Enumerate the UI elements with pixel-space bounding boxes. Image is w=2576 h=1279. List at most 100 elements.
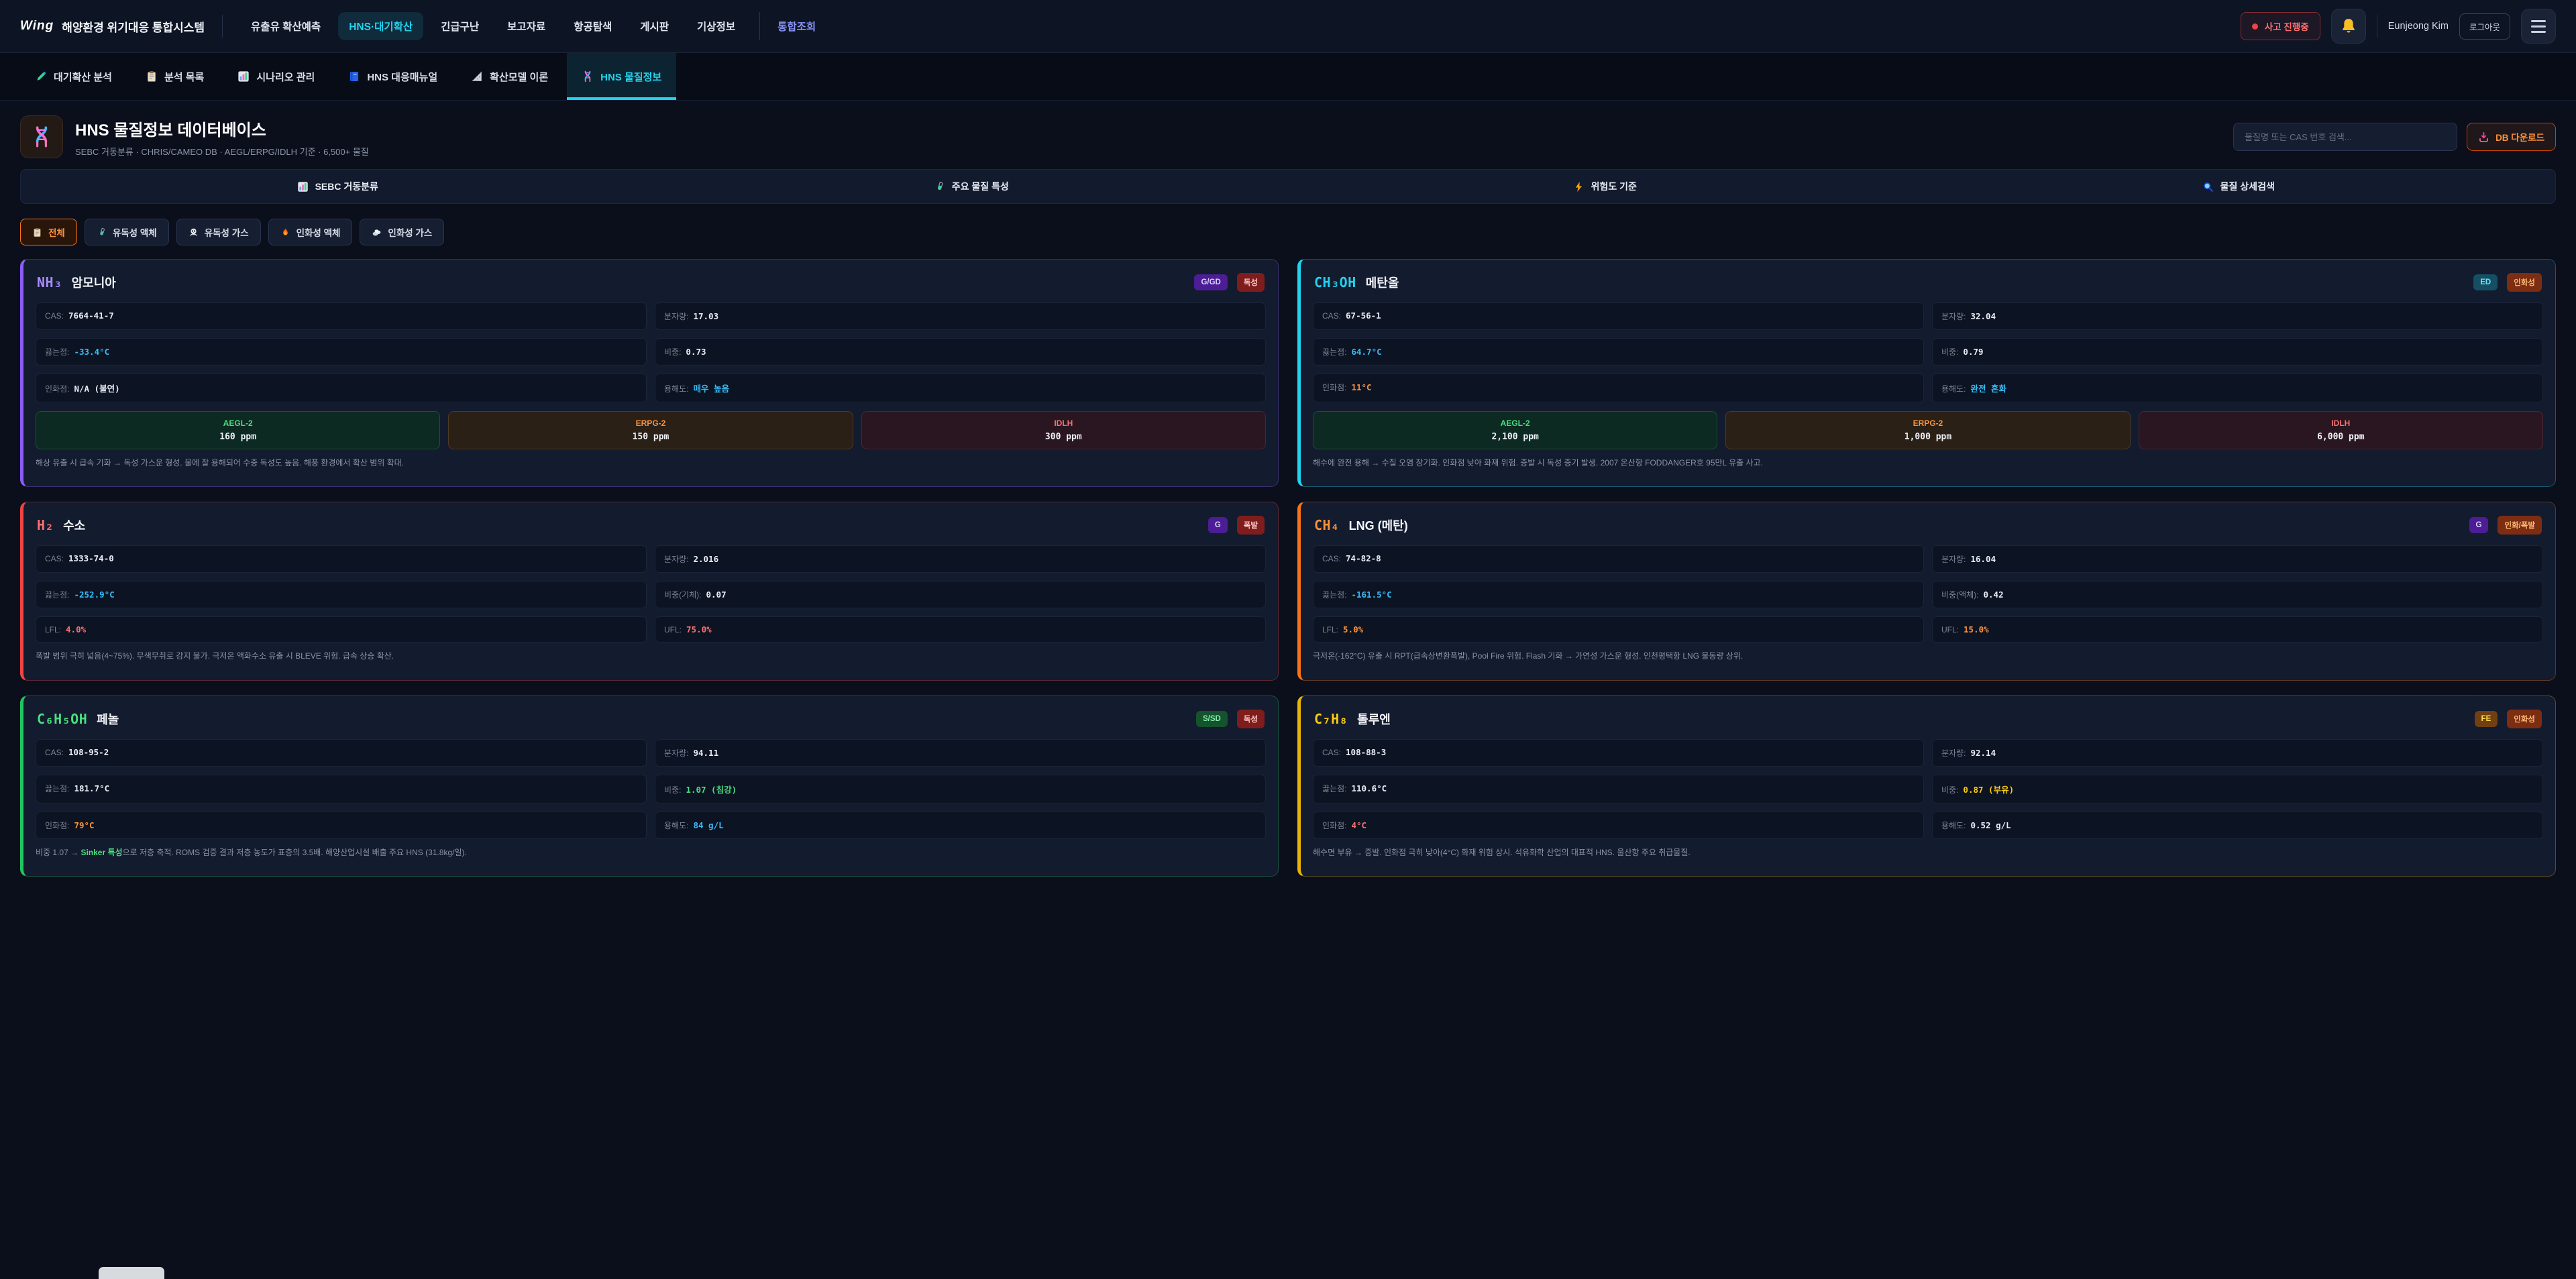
note-segment: Sinker 특성 <box>80 848 122 857</box>
filter-chip-전체[interactable]: 전체 <box>20 219 77 245</box>
threshold-erpg-2: ERPG-21,000 ppm <box>1725 411 2130 449</box>
field-value: 0.73 <box>686 347 706 357</box>
substance-card-메탄올: CH₃OH메탄올ED인화성CAS:67-56-1분자량:32.04끓는점:64.… <box>1297 259 2556 487</box>
nav-item-기상정보[interactable]: 기상정보 <box>686 12 746 40</box>
bottom-partial-element <box>99 1267 164 1279</box>
property-field: 비중: 0.87 (부유) <box>1932 775 2543 803</box>
badge-g: G <box>1208 517 1228 533</box>
tab-확산모델-이론[interactable]: 확산모델 이론 <box>456 53 563 100</box>
incident-status-badge: 사고 진행중 <box>2241 12 2320 40</box>
property-field: 끓는점:110.6°C <box>1313 775 1924 803</box>
field-label: CAS: <box>1322 311 1341 321</box>
field-value: 64.7°C <box>1351 347 1381 357</box>
property-field: 분자량:32.04 <box>1932 302 2543 330</box>
search-input[interactable] <box>2233 123 2457 151</box>
tab-label: 대기확산 분석 <box>54 70 112 84</box>
property-field: 분자량:16.04 <box>1932 545 2543 573</box>
field-label: 분자량: <box>664 747 688 759</box>
field-label: 비중(액체): <box>1941 589 1979 600</box>
brand: Wing 해양환경 위기대응 통합시스템 <box>20 18 205 35</box>
filter-chip-유독성-가스[interactable]: 유독성 가스 <box>176 219 261 245</box>
badge-인화-폭발: 인화/폭발 <box>2498 516 2542 535</box>
property-field: CAS:74-82-8 <box>1313 545 1924 573</box>
section-tab-물질-상세검색[interactable]: 물질 상세검색 <box>1922 170 2556 203</box>
substance-name: 메탄올 <box>1366 274 1399 291</box>
field-value: -33.4°C <box>74 347 109 357</box>
field-value: 4°C <box>1351 820 1366 830</box>
section-tab-위험도-기준[interactable]: 위험도 기준 <box>1288 170 1922 203</box>
notifications-button[interactable] <box>2331 9 2366 44</box>
substance-card-grid: NH₃암모니아G/GD독성CAS:7664-41-7분자량:17.03끓는점:-… <box>20 259 2556 877</box>
substance-formula: NH₃ <box>37 274 62 290</box>
threshold-value: 1,000 ppm <box>1731 432 2124 442</box>
logout-button[interactable]: 로그아웃 <box>2459 13 2510 40</box>
nav-item-hns-대기확산[interactable]: HNS·대기확산 <box>338 12 423 40</box>
field-label: 분자량: <box>1941 747 1966 759</box>
field-label: CAS: <box>1322 748 1341 757</box>
tab-시나리오-관리[interactable]: 시나리오 관리 <box>223 53 329 100</box>
bell-icon <box>2340 17 2357 35</box>
section-tab-주요-물질-특성[interactable]: 주요 물질 특성 <box>655 170 1289 203</box>
testtube-icon <box>97 227 107 237</box>
property-field: 비중(기체):0.07 <box>655 581 1266 608</box>
section-tab-sebc-거동분류[interactable]: SEBC 거동분류 <box>21 170 655 203</box>
tab-label: HNS 물질정보 <box>600 70 661 84</box>
badge-폭발: 폭발 <box>1237 516 1265 535</box>
threshold-aegl-2: AEGL-2160 ppm <box>36 411 440 449</box>
filter-chip-인화성-액체[interactable]: 인화성 액체 <box>268 219 353 245</box>
nav-item-게시판[interactable]: 게시판 <box>629 12 680 40</box>
field-label: 인화점: <box>45 383 69 394</box>
filter-chip-인화성-가스[interactable]: 인화성 가스 <box>360 219 444 245</box>
nav-item-항공탐색[interactable]: 항공탐색 <box>563 12 623 40</box>
tab-hns-물질정보[interactable]: HNS 물질정보 <box>567 53 676 100</box>
field-label: 끓는점: <box>45 783 69 794</box>
field-value: 16.04 <box>1970 554 1996 564</box>
property-field: 분자량:2.016 <box>655 545 1266 573</box>
db-download-label: DB 다운로드 <box>2496 130 2544 144</box>
threshold-erpg-2: ERPG-2150 ppm <box>448 411 853 449</box>
menu-button[interactable] <box>2521 9 2556 44</box>
field-label: 비중: <box>1941 784 1958 795</box>
field-label: 용해도: <box>664 820 688 831</box>
filter-chip-유독성-액체[interactable]: 유독성 액체 <box>85 219 169 245</box>
threshold-name: ERPG-2 <box>454 419 847 428</box>
tab-label: 확산모델 이론 <box>490 70 548 84</box>
field-label: CAS: <box>45 554 64 563</box>
db-download-button[interactable]: DB 다운로드 <box>2467 123 2556 151</box>
field-value: 0.79 <box>1963 347 1983 357</box>
property-field: UFL:15.0% <box>1932 616 2543 643</box>
field-label: 끓는점: <box>1322 783 1346 794</box>
skull-icon <box>189 227 199 237</box>
badge-s-sd: S/SD <box>1196 711 1228 727</box>
field-label: 끓는점: <box>1322 346 1346 357</box>
substance-formula: C₇H₈ <box>1314 711 1348 727</box>
field-value: 67-56-1 <box>1346 311 1381 321</box>
exposure-thresholds: AEGL-22,100 ppmERPG-21,000 ppmIDLH6,000 … <box>1313 411 2543 449</box>
nav-item-보고자료[interactable]: 보고자료 <box>496 12 556 40</box>
lightning-icon <box>1573 181 1585 192</box>
tab-분석-목록[interactable]: 분석 목록 <box>131 53 219 100</box>
field-value: 4.0% <box>66 624 86 634</box>
field-label: 끓는점: <box>45 589 69 600</box>
tab-대기확산-분석[interactable]: 대기확산 분석 <box>20 53 127 100</box>
field-value: 7664-41-7 <box>68 311 114 321</box>
tab-hns-대응매뉴얼[interactable]: HNS 대응매뉴얼 <box>333 53 452 100</box>
field-value: 0.42 <box>1984 590 2004 600</box>
nav-item-통합조회[interactable]: 통합조회 <box>759 12 826 40</box>
property-field: 용해도:84 g/L <box>655 812 1266 839</box>
filter-chip-label: 인화성 가스 <box>388 225 432 239</box>
field-label: UFL: <box>1941 625 1959 634</box>
field-value: 79°C <box>74 820 94 830</box>
field-value: 0.87 (부유) <box>1963 783 2014 795</box>
threshold-value: 300 ppm <box>867 432 1260 442</box>
field-value: 92.14 <box>1970 748 1996 758</box>
substance-name: 톨루엔 <box>1357 710 1391 728</box>
substance-card-페놀: C₆H₅OH페놀S/SD독성CAS:108-95-2분자량:94.11끓는점:1… <box>20 696 1279 877</box>
field-value: 5.0% <box>1343 624 1363 634</box>
nav-item-유출유-확산예측[interactable]: 유출유 확산예측 <box>240 12 331 40</box>
badge-인화성: 인화성 <box>2507 710 2542 728</box>
nav-item-긴급구난[interactable]: 긴급구난 <box>430 12 490 40</box>
page-titles: HNS 물질정보 데이터베이스 SEBC 거동분류 · CHRIS/CAMEO … <box>75 117 2221 158</box>
field-label: 인화점: <box>1322 382 1346 393</box>
field-value: 74-82-8 <box>1346 553 1381 563</box>
